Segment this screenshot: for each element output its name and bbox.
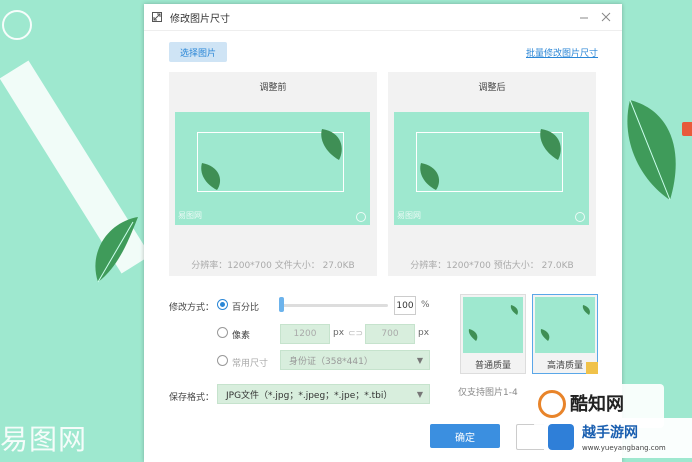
height-input[interactable]: 700 — [365, 324, 415, 344]
red-badge — [682, 122, 692, 136]
common-size-label: 常用尺寸 — [232, 359, 269, 369]
high-quality-thumbnail — [535, 297, 595, 353]
width-input[interactable]: 1200 — [280, 324, 330, 344]
common-size-radio[interactable] — [217, 355, 228, 366]
chevron-down-icon: ▼ — [416, 356, 423, 365]
common-size-value: 身份证（358*441） — [289, 356, 373, 367]
close-icon — [601, 12, 611, 22]
before-info: 分辨率：1200*700 文件大小： 27.0KB — [191, 261, 355, 271]
percent-label: 百分比 — [232, 303, 260, 313]
percent-radio[interactable] — [217, 299, 228, 310]
before-panel: 调整前 易图网 分辨率：1200*700 文件大小： 27.0KB — [169, 72, 377, 276]
preview-watermark: 易图网 — [397, 211, 421, 220]
percent-slider-track[interactable] — [282, 304, 388, 307]
titlebar: 修改图片尺寸 — [144, 4, 622, 31]
leaf-decoration — [420, 163, 440, 190]
percent-unit: % — [421, 300, 430, 310]
high-quality-card[interactable]: 高清质量 — [532, 294, 598, 374]
chevron-down-icon: ▼ — [416, 390, 423, 399]
resize-mode-label: 修改方式： — [169, 303, 215, 313]
dialog-title: 修改图片尺寸 — [170, 13, 230, 25]
resize-icon — [152, 12, 162, 22]
batch-resize-link[interactable]: 批量修改图片尺寸 — [526, 46, 598, 59]
percent-input[interactable]: 100 — [394, 296, 416, 315]
common-size-select[interactable]: 身份证（358*441） ▼ — [280, 350, 430, 370]
normal-quality-thumbnail — [463, 297, 523, 353]
watermark-1-text: 酷知网 — [570, 394, 624, 415]
ok-button[interactable]: 确定 — [430, 424, 500, 448]
watermark-2-text: 越手游网 — [582, 425, 638, 441]
height-unit: px — [418, 328, 430, 338]
before-title: 调整前 — [259, 83, 287, 93]
watermark-2-url: www.yueyangbang.com — [582, 444, 666, 452]
decor-circle — [2, 10, 32, 40]
after-preview-image: 易图网 — [394, 112, 589, 225]
save-format-select[interactable]: JPG文件（*.jpg；*.jpeg；*.jpe；*.tbi） ▼ — [217, 384, 430, 404]
leaf-decoration — [201, 163, 221, 190]
leaf-decoration — [627, 99, 676, 201]
normal-quality-card[interactable]: 普通质量 — [460, 294, 526, 374]
watermark-overlay-2: 越手游网 www.yueyangbang.com — [544, 418, 692, 458]
pixel-label: 像素 — [232, 331, 251, 341]
after-panel: 调整后 易图网 分辨率：1200*700 预估大小： 27.0KB — [388, 72, 596, 276]
before-preview-image: 易图网 — [175, 112, 370, 225]
close-button[interactable] — [600, 11, 612, 23]
width-unit: px — [333, 328, 345, 338]
wifi-logo-icon — [548, 424, 574, 450]
percent-slider-handle[interactable] — [279, 297, 284, 312]
normal-quality-label: 普通质量 — [474, 361, 511, 371]
leaf-decoration — [540, 129, 561, 160]
support-hint: 仅支持图片1-4 — [458, 388, 518, 398]
link-icon[interactable]: ⊂⊃ — [348, 329, 363, 339]
selected-check-icon — [586, 362, 598, 374]
select-image-button[interactable]: 选择图片 — [169, 42, 227, 62]
after-info: 分辨率：1200*700 预估大小： 27.0KB — [410, 261, 574, 271]
kuzhi-logo-icon — [538, 390, 566, 418]
background-watermark: 易图网 — [0, 423, 88, 456]
save-format-value: JPG文件（*.jpg；*.jpeg；*.jpe；*.tbi） — [226, 390, 393, 401]
pixel-radio[interactable] — [217, 327, 228, 338]
leaf-decoration — [95, 217, 138, 283]
minimize-button[interactable] — [578, 11, 590, 23]
leaf-decoration — [321, 129, 342, 160]
preview-watermark: 易图网 — [178, 211, 202, 220]
save-format-label: 保存格式： — [169, 393, 215, 403]
after-title: 调整后 — [478, 83, 506, 93]
minimize-icon — [580, 17, 588, 19]
